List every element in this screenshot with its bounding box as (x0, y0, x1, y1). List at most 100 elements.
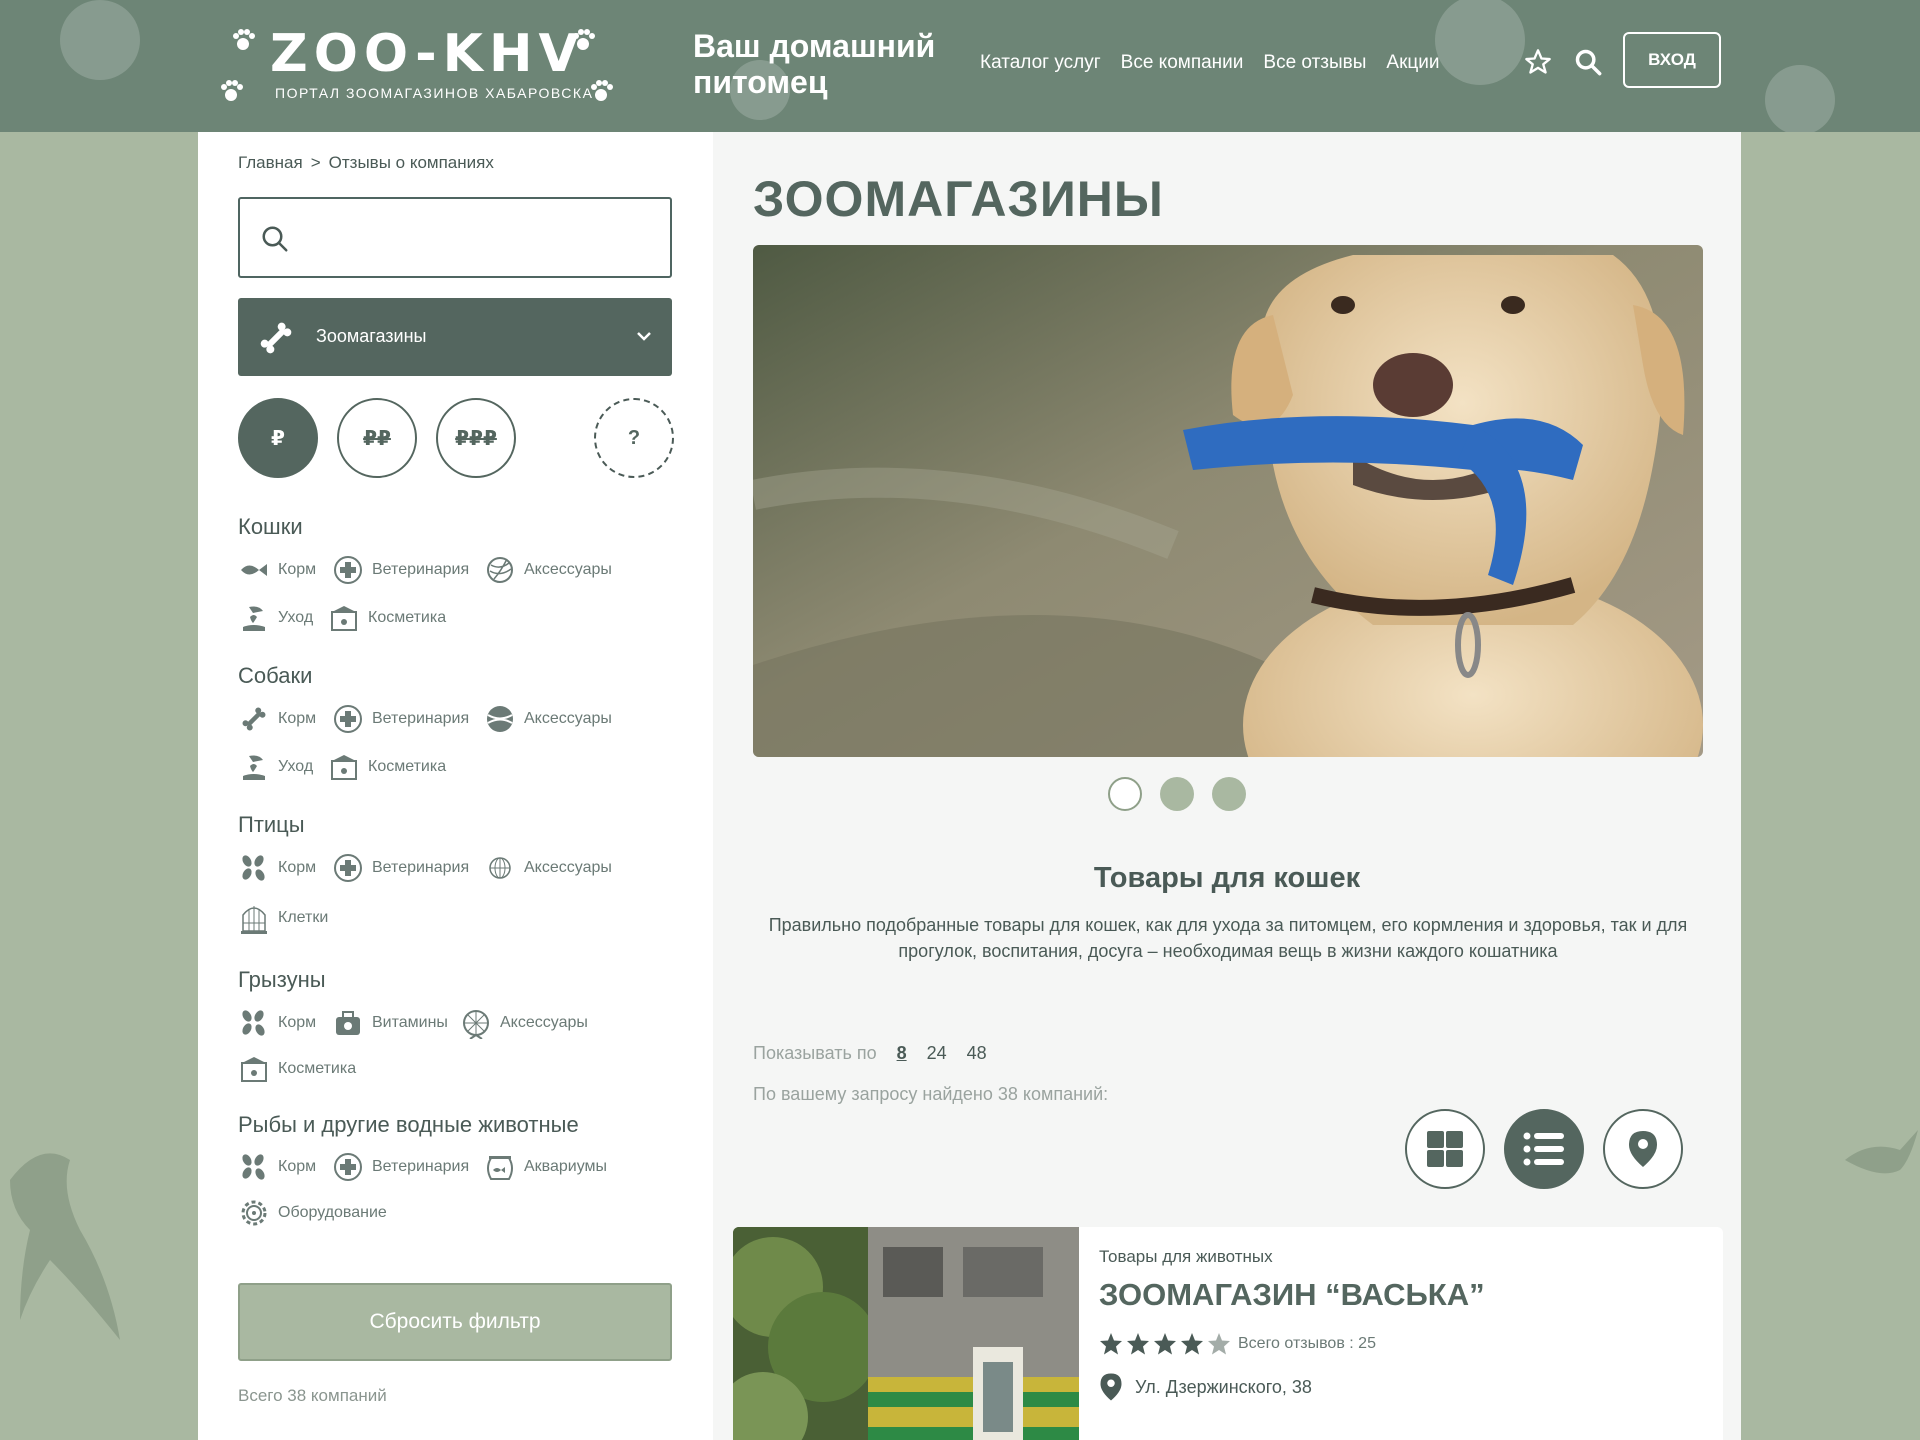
search-icon (262, 226, 288, 252)
filter-birds-cages[interactable]: Клетки (238, 902, 328, 934)
group-title-fish: Рыбы и другие водные животные (238, 1112, 579, 1137)
search-input[interactable] (310, 217, 650, 259)
filter-cats-cosmetics[interactable]: Косметика (328, 602, 446, 634)
care-hand-icon (238, 751, 270, 783)
filter-label: Уход (278, 758, 314, 775)
filter-label: Корм (278, 561, 317, 578)
filter-rodents-food[interactable]: Корм (238, 1007, 316, 1039)
search-icon[interactable] (1574, 48, 1602, 76)
nav-reviews[interactable]: Все отзывы (1263, 52, 1366, 74)
reviews-count: Всего отзывов : 25 (1238, 1335, 1376, 1352)
paw-icon (230, 27, 256, 58)
gear-icon (238, 1197, 270, 1229)
filter-dogs-accessories[interactable]: Аксессуары (484, 703, 612, 735)
star-favorites-icon[interactable] (1524, 48, 1552, 76)
category-label: Зоомагазины (316, 326, 427, 346)
filter-label: Косметика (368, 609, 447, 626)
location-pin-icon (1100, 1373, 1122, 1401)
price-filter-high[interactable]: ₽₽₽ (436, 398, 516, 478)
star-filled-icon (1127, 1333, 1149, 1355)
price-filter-mid[interactable]: ₽₽ (337, 398, 417, 478)
nav-catalog[interactable]: Каталог услуг (980, 52, 1101, 74)
price-filter-low[interactable]: ₽ (238, 398, 318, 478)
nav-companies[interactable]: Все компании (1121, 52, 1244, 74)
aquarium-icon (484, 1151, 516, 1183)
hero-image-dog-with-leash (753, 245, 1703, 757)
filter-label: Аксессуары (524, 859, 612, 876)
star-empty-icon (1208, 1333, 1230, 1355)
price-filter-unknown[interactable]: ? (594, 398, 674, 478)
site-logo[interactable]: ZOO-KHV ПОРТАЛ ЗООМАГАЗИНОВ ХАБАРОВСКА (221, 22, 615, 112)
per-page-option-8[interactable]: 8 (897, 1043, 907, 1064)
filter-dogs-care[interactable]: Уход (238, 751, 313, 783)
filter-rodents-cosmetics[interactable]: Косметика (238, 1053, 356, 1085)
map-view-button[interactable] (1603, 1109, 1683, 1189)
filter-fish-equipment[interactable]: Оборудование (238, 1197, 387, 1229)
medical-cross-icon (332, 554, 364, 586)
filter-label: Оборудование (278, 1204, 387, 1221)
per-page-selector: Показывать по 8 24 48 (753, 1043, 987, 1064)
results-count: По вашему запросу найдено 38 компаний: (753, 1084, 1109, 1104)
main-nav: Каталог услуг Все компании Все отзывы Ак… (980, 52, 1440, 74)
filter-dogs-vet[interactable]: Ветеринария (332, 703, 469, 735)
breadcrumb: Главная > Отзывы о компаниях (238, 153, 494, 173)
filter-rodents-accessories[interactable]: Аксессуары (460, 1007, 588, 1039)
seeds-icon (238, 1007, 270, 1039)
company-title[interactable]: ЗООМАГАЗИН “ВАСЬКА” (1099, 1277, 1485, 1313)
group-title-rodents: Грызуны (238, 967, 326, 992)
filter-label: Аксессуары (524, 710, 612, 727)
rating-stars (1099, 1332, 1231, 1356)
filter-label: Корм (278, 1158, 317, 1175)
per-page-option-48[interactable]: 48 (967, 1043, 987, 1064)
category-dropdown[interactable]: Зоомагазины (238, 298, 672, 376)
company-card[interactable]: Товары для животных ЗООМАГАЗИН “ВАСЬКА” … (733, 1227, 1723, 1440)
star-filled-icon (1100, 1333, 1122, 1355)
breadcrumb-home[interactable]: Главная (238, 153, 303, 172)
carousel-dot-3[interactable] (1212, 777, 1246, 811)
filter-cats-vet[interactable]: Ветеринария (332, 554, 469, 586)
bird-silhouette-right (1845, 1130, 1918, 1174)
total-companies: Всего 38 компаний (238, 1386, 387, 1405)
cosmetics-box-icon (328, 751, 360, 783)
medical-cross-icon (332, 703, 364, 735)
filter-label: Ветеринария (372, 710, 470, 727)
breadcrumb-current: Отзывы о компаниях (328, 153, 494, 172)
filter-cats-food[interactable]: Корм (238, 554, 316, 586)
bird-silhouette-left (10, 1153, 120, 1340)
filter-dogs-food[interactable]: Корм (238, 703, 316, 735)
login-button[interactable]: ВХОД (1623, 32, 1721, 88)
filter-birds-accessories[interactable]: Аксессуары (484, 852, 612, 884)
filter-rodents-vitamins[interactable]: Витамины (332, 1007, 448, 1039)
list-view-button[interactable] (1504, 1109, 1584, 1189)
filter-fish-vet[interactable]: Ветеринария (332, 1151, 469, 1183)
group-title-birds: Птицы (238, 812, 305, 837)
filter-label: Аксессуары (500, 1014, 588, 1031)
per-page-option-24[interactable]: 24 (927, 1043, 947, 1064)
company-photo (733, 1227, 1079, 1440)
list-icon (1523, 1132, 1564, 1166)
reset-filter-button[interactable]: Сбросить фильтр (238, 1283, 672, 1361)
cage-icon (238, 902, 270, 934)
seeds-icon (238, 1151, 270, 1183)
filter-fish-aquariums[interactable]: Аквариумы (484, 1151, 607, 1183)
paw-icon (218, 78, 244, 109)
yarn-ball-icon (484, 554, 516, 586)
filter-dogs-cosmetics[interactable]: Косметика (328, 751, 446, 783)
bone-icon (260, 322, 292, 354)
filter-fish-food[interactable]: Корм (238, 1151, 316, 1183)
cosmetics-box-icon (238, 1053, 270, 1085)
filter-label: Косметика (368, 758, 447, 775)
filter-birds-vet[interactable]: Ветеринария (332, 852, 469, 884)
filter-cats-care[interactable]: Уход (238, 602, 313, 634)
filter-label: Уход (278, 609, 314, 626)
filter-cats-accessories[interactable]: Аксессуары (484, 554, 612, 586)
carousel-dot-2[interactable] (1160, 777, 1194, 811)
nav-promotions[interactable]: Акции (1386, 52, 1439, 74)
filter-birds-food[interactable]: Корм (238, 852, 316, 884)
filter-label: Корм (278, 1014, 317, 1031)
carousel-dot-1[interactable] (1108, 777, 1142, 811)
tennis-ball-icon (484, 703, 516, 735)
medical-cross-icon (332, 1151, 364, 1183)
company-address: Ул. Дзержинского, 38 (1099, 1372, 1312, 1402)
grid-view-button[interactable] (1405, 1109, 1485, 1189)
